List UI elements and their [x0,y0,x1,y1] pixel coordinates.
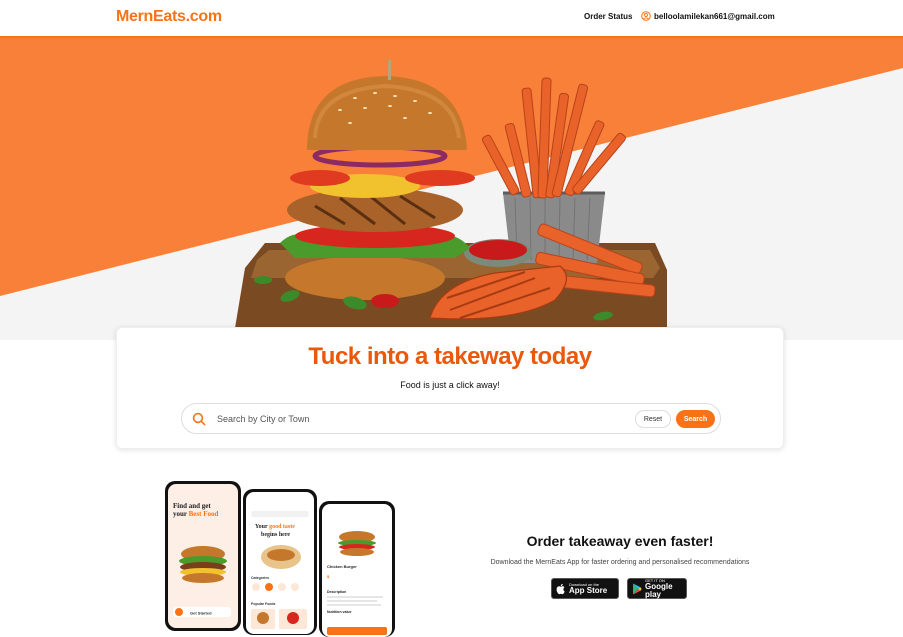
google-play-label: Google play [645,581,673,599]
user-menu[interactable]: belloolamilekan661@gmail.com [641,11,775,21]
hero-banner [0,38,903,340]
phone2-heading-line1: Your [255,524,268,530]
promo-text: Download the MernEats App for faster ord… [490,559,750,566]
burger-and-fries-image [235,60,667,328]
google-play-icon [633,583,642,594]
search-card: Tuck into a takeway today Food is just a… [116,327,784,449]
app-store-badge[interactable]: Download on the App Store [551,578,619,599]
apple-icon [556,583,565,594]
search-button[interactable]: Search [676,410,715,428]
phone2-categories: Categories [251,576,269,580]
phone1-get-started: Get Started [190,611,212,616]
svg-text:Your good taste: Your good taste [255,524,295,530]
phone1-heading-line2: your [173,510,187,518]
app-store-label: App Store [569,585,608,595]
phone2-heading-accent: good taste [269,524,295,530]
logo[interactable]: MernEats.com [116,8,222,26]
page: MernEats.com Order Status belloolamileka… [0,0,903,637]
phone1-heading-accent: Best Food [189,510,219,518]
google-play-badge[interactable]: GET IT ON Google play [627,578,687,599]
phone3-nutrition: Nutrition value [327,610,352,614]
phone1-heading-line1: Find and get [173,502,211,510]
header: MernEats.com Order Status belloolamileka… [0,0,903,38]
phone2-popular-foods: Popular Foods [251,602,276,606]
app-phones-image: Find and get your Best Food Get Started … [165,481,395,637]
order-status-link[interactable]: Order Status [584,12,632,21]
reset-button[interactable]: Reset [635,410,671,428]
phone3-description: Description [327,590,346,594]
phone2-heading-line2: begins here [261,532,290,538]
search-icon [192,412,206,426]
promo-title: Order takeaway even faster! [526,533,714,549]
phone3-item-name: Chicken Burger [327,564,357,569]
user-email: belloolamilekan661@gmail.com [654,11,775,21]
search-bar: Reset Search [181,403,721,434]
svg-text:your Best Food: your Best Food [173,510,218,518]
user-circle-icon [641,11,651,21]
search-input[interactable] [217,411,617,427]
page-title: Tuck into a takeway today [308,343,592,370]
page-subtitle: Food is just a click away! [400,380,500,390]
